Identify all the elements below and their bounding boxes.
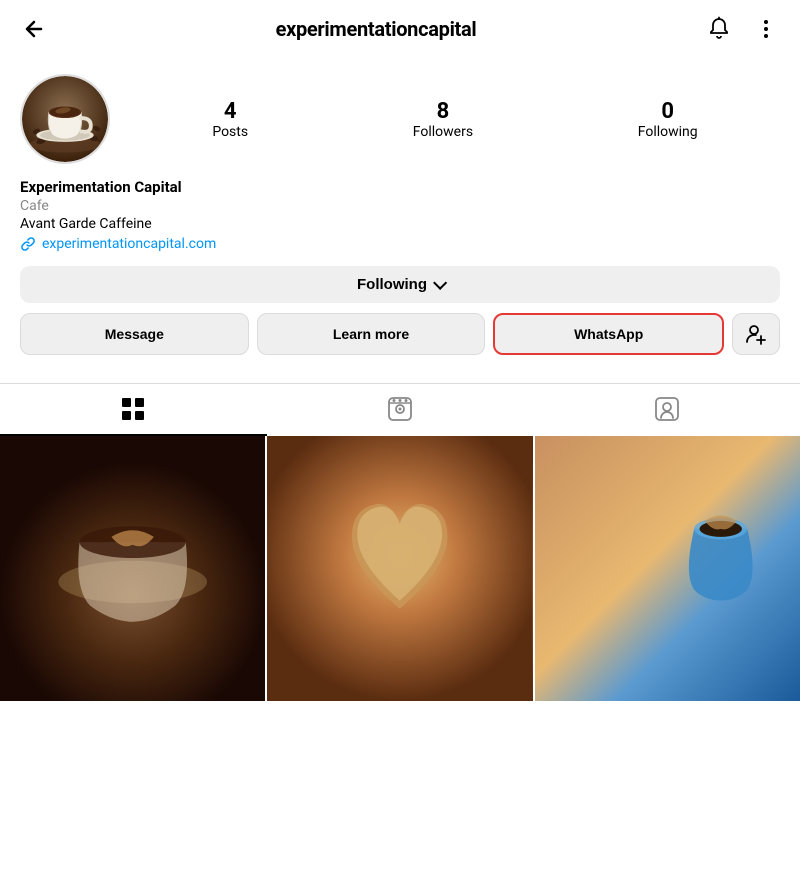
whatsapp-button[interactable]: WhatsApp [493,313,724,355]
following-label: Following [638,124,698,140]
header: experimentationcapital [0,0,800,58]
tab-grid[interactable] [0,384,267,436]
followers-stat[interactable]: 8 Followers [413,99,473,140]
profile-category: Cafe [20,198,780,214]
header-actions [704,14,780,44]
tabs-bar [0,383,800,436]
photo-2 [267,436,532,701]
photo-grid [0,436,800,701]
add-friend-button[interactable] [732,313,780,355]
profile-name: Experimentation Capital [20,178,780,196]
notification-button[interactable] [704,14,734,44]
back-icon [22,17,46,41]
profile-section: 4 Posts 8 Followers 0 Following Experime… [0,58,800,367]
followers-count: 8 [437,99,450,124]
bio-section: Experimentation Capital Cafe Avant Garde… [20,178,780,252]
photo-cell-3[interactable] [535,436,800,701]
profile-top-row: 4 Posts 8 Followers 0 Following [20,74,780,164]
secondary-buttons-row: Message Learn more WhatsApp [20,313,780,355]
chevron-down-icon [433,275,447,289]
reels-icon [387,396,413,422]
add-person-icon [745,323,767,345]
tab-tagged[interactable] [533,384,800,436]
back-button[interactable] [20,15,48,43]
photo-1 [0,436,265,701]
following-button[interactable]: Following [20,266,780,303]
avatar-image [22,76,108,162]
whatsapp-button-label: WhatsApp [574,326,643,342]
photo-cell-2[interactable] [267,436,532,701]
profile-website-text: experimentationcapital.com [42,236,216,252]
posts-label: Posts [212,124,248,140]
profile-website-link[interactable]: experimentationcapital.com [20,236,780,252]
profile-username: experimentationcapital [276,17,477,41]
followers-label: Followers [413,124,473,140]
posts-stat[interactable]: 4 Posts [212,99,248,140]
more-options-button[interactable] [752,15,780,43]
message-button-label: Message [105,326,164,342]
tagged-icon [654,396,680,422]
avatar[interactable] [20,74,110,164]
learn-more-button[interactable]: Learn more [257,313,486,355]
following-count: 0 [661,99,674,124]
grid-icon [120,396,146,422]
photo-3 [535,436,800,701]
bell-icon [706,16,732,42]
photo-cell-1[interactable] [0,436,265,701]
more-icon [754,17,778,41]
stats-row: 4 Posts 8 Followers 0 Following [130,99,780,140]
action-buttons: Following Message Learn more WhatsApp [20,266,780,355]
following-button-label: Following [357,276,427,293]
learn-more-button-label: Learn more [333,326,409,342]
tab-reels[interactable] [267,384,534,436]
posts-count: 4 [224,99,237,124]
following-stat[interactable]: 0 Following [638,99,698,140]
link-icon [20,236,36,252]
profile-bio: Avant Garde Caffeine [20,216,780,232]
following-button-row: Following [20,266,780,303]
message-button[interactable]: Message [20,313,249,355]
